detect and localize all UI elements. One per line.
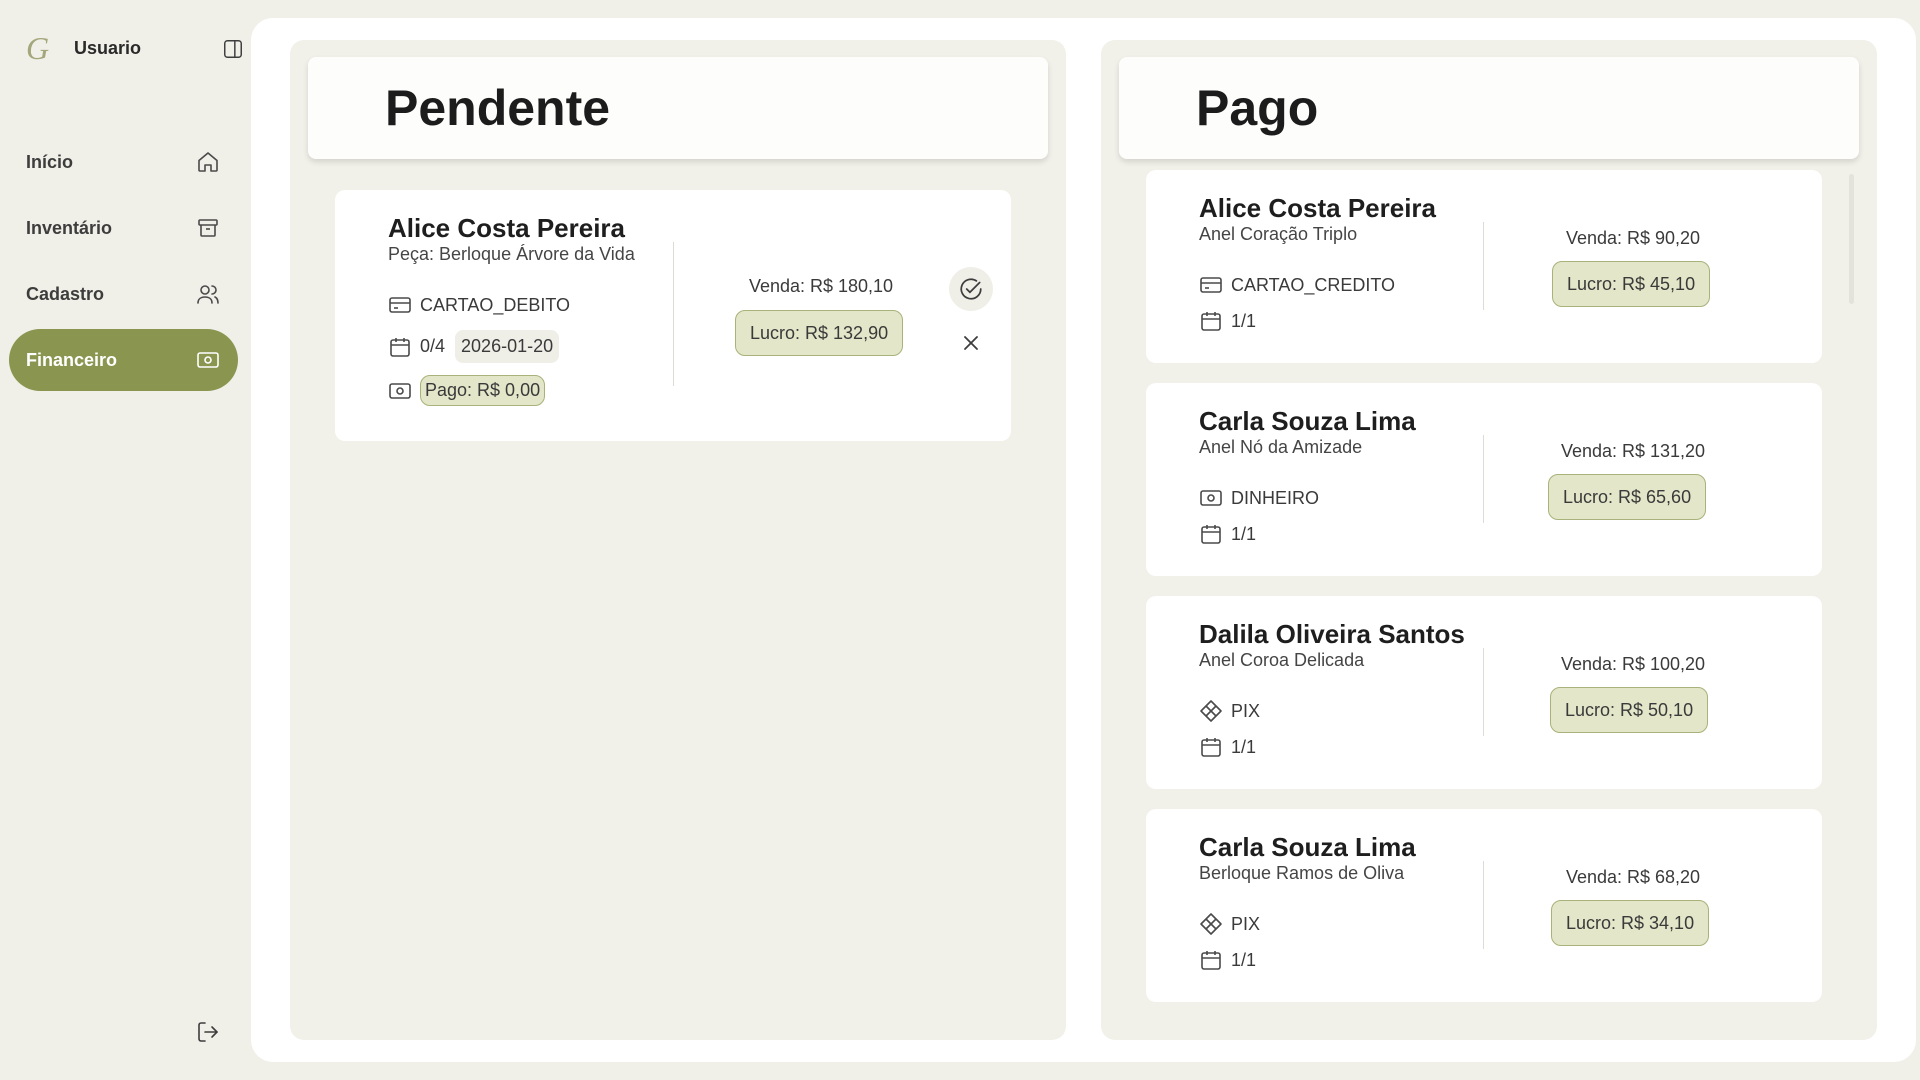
pending-header: Pendente: [308, 57, 1048, 159]
sale-value: Venda: R$ 90,20: [1565, 228, 1701, 248]
user-name: Usuario: [74, 37, 142, 58]
sale-value: Venda: R$ 131,20: [1560, 441, 1706, 461]
sidebar-header: G Usuario: [26, 29, 242, 66]
calendar-icon: [1201, 312, 1221, 331]
due-date: 2026-01-20: [455, 330, 560, 363]
paid-card[interactable]: Alice Costa Pereira Anel Coração Triplo …: [1146, 170, 1822, 363]
home-icon: [198, 152, 218, 172]
scrollbar[interactable]: [1849, 174, 1854, 304]
payment-method-row: DINHEIRO: [1199, 486, 1319, 510]
banknote-icon: [1200, 490, 1222, 506]
payment-method: PIX: [1231, 913, 1261, 934]
installments: 0/4: [420, 336, 446, 356]
sidebar-item-cadastro[interactable]: Cadastro: [9, 263, 238, 325]
profit-badge: Lucro: R$ 45,10: [1552, 261, 1711, 307]
payment-method-row: PIX: [1199, 912, 1260, 936]
card-divider: [1483, 648, 1484, 736]
column-title: Pago: [1196, 80, 1319, 136]
payment-method-row: CARTAO_DEBITO: [388, 293, 570, 317]
customer-name: Carla Souza Lima: [1199, 406, 1416, 436]
payment-method: CARTAO_DEBITO: [420, 294, 571, 315]
payment-method-row: CARTAO_CREDITO: [1199, 273, 1395, 297]
card-divider: [673, 242, 674, 386]
installments-row: 1/1: [1199, 522, 1256, 546]
payment-method: PIX: [1231, 700, 1261, 721]
paid-column: Pago Alice Costa Pereira Anel Coração Tr…: [1101, 40, 1877, 1040]
card-divider: [1483, 222, 1484, 310]
banknote-icon: [197, 352, 219, 368]
archive-icon: [198, 219, 218, 237]
check-circle-icon: [960, 278, 982, 300]
customer-name: Dalila Oliveira Santos: [1199, 619, 1465, 649]
sidebar-nav: Início Inventário Cadastro Financeiro: [9, 131, 238, 395]
customer-name: Alice Costa Pereira: [1199, 193, 1437, 223]
pending-card[interactable]: Alice Costa Pereira Peça: Berloque Árvor…: [335, 190, 1011, 441]
pending-column: Pendente Alice Costa Pereira Peça: Berlo…: [290, 40, 1066, 1040]
installments: 1/1: [1231, 736, 1257, 757]
installments-row: 0/4 2026-01-20: [388, 330, 560, 363]
card-divider: [1483, 861, 1484, 949]
column-title: Pendente: [385, 80, 611, 136]
main-panel: Pendente Alice Costa Pereira Peça: Berlo…: [251, 18, 1916, 1062]
payment-method: DINHEIRO: [1231, 487, 1320, 508]
sale-value: Venda: R$ 68,20: [1565, 867, 1701, 887]
profit-badge: Lucro: R$ 50,10: [1550, 687, 1709, 733]
users-icon: [197, 285, 219, 304]
sidebar-item-inicio[interactable]: Início: [9, 131, 238, 193]
close-icon: [964, 336, 978, 350]
sale-value: Venda: R$ 100,20: [1560, 654, 1706, 674]
item-name: Berloque Ramos de Oliva: [1199, 863, 1405, 883]
sale-value: Venda: R$ 180,10: [748, 276, 894, 296]
paid-card[interactable]: Carla Souza Lima Anel Nó da Amizade DINH…: [1146, 383, 1822, 576]
sidebar-item-label: Início: [26, 151, 74, 172]
installments-row: 1/1: [1199, 735, 1256, 759]
sidebar-item-label: Cadastro: [26, 283, 105, 304]
credit-card-icon: [389, 297, 411, 313]
sidebar-item-inventario[interactable]: Inventário: [9, 197, 238, 259]
banknote-icon: [389, 382, 411, 399]
approve-button[interactable]: [949, 267, 993, 311]
sidebar: G Usuario Início Inventário Cadastro Fin…: [0, 0, 250, 1080]
customer-name: Carla Souza Lima: [1199, 832, 1416, 862]
sidebar-item-label: Inventário: [26, 217, 113, 238]
reject-button[interactable]: [949, 321, 993, 365]
profit-badge: Lucro: R$ 132,90: [735, 310, 904, 356]
installments: 1/1: [1231, 949, 1257, 970]
paid-card[interactable]: Dalila Oliveira Santos Anel Coroa Delica…: [1146, 596, 1822, 789]
paid-card[interactable]: Carla Souza Lima Berloque Ramos de Oliva…: [1146, 809, 1822, 1002]
installments: 1/1: [1231, 310, 1257, 331]
sidebar-item-financeiro[interactable]: Financeiro: [9, 329, 238, 391]
item-name: Peça: Berloque Árvore da Vida: [388, 244, 635, 264]
paid-header: Pago: [1119, 57, 1859, 159]
credit-card-icon: [1200, 277, 1222, 293]
pix-icon: [1200, 700, 1222, 722]
item-name: Anel Coroa Delicada: [1199, 650, 1365, 670]
item-name: Anel Coração Triplo: [1199, 224, 1358, 244]
installments: 1/1: [1231, 523, 1257, 544]
app-logo: G: [26, 29, 50, 66]
paid-amount: Pago: R$ 0,00: [420, 375, 546, 406]
installments-row: 1/1: [1199, 948, 1256, 972]
calendar-icon: [1201, 525, 1221, 544]
pix-icon: [1200, 913, 1222, 935]
calendar-icon: [1201, 738, 1221, 757]
profit-badge: Lucro: R$ 34,10: [1551, 900, 1710, 946]
payment-method-row: PIX: [1199, 699, 1260, 723]
payment-method: CARTAO_CREDITO: [1231, 274, 1396, 295]
profit-badge: Lucro: R$ 65,60: [1548, 474, 1707, 520]
installments-row: 1/1: [1199, 309, 1256, 333]
logout-icon[interactable]: [196, 1020, 220, 1044]
paid-amount-row: Pago: R$ 0,00: [388, 375, 546, 406]
customer-name: Alice Costa Pereira: [388, 213, 626, 243]
sidebar-item-label: Financeiro: [26, 349, 118, 370]
calendar-icon: [390, 337, 410, 357]
calendar-icon: [1201, 951, 1221, 970]
card-divider: [1483, 435, 1484, 523]
item-name: Anel Nó da Amizade: [1199, 437, 1363, 457]
sidebar-toggle-icon[interactable]: [222, 38, 244, 60]
